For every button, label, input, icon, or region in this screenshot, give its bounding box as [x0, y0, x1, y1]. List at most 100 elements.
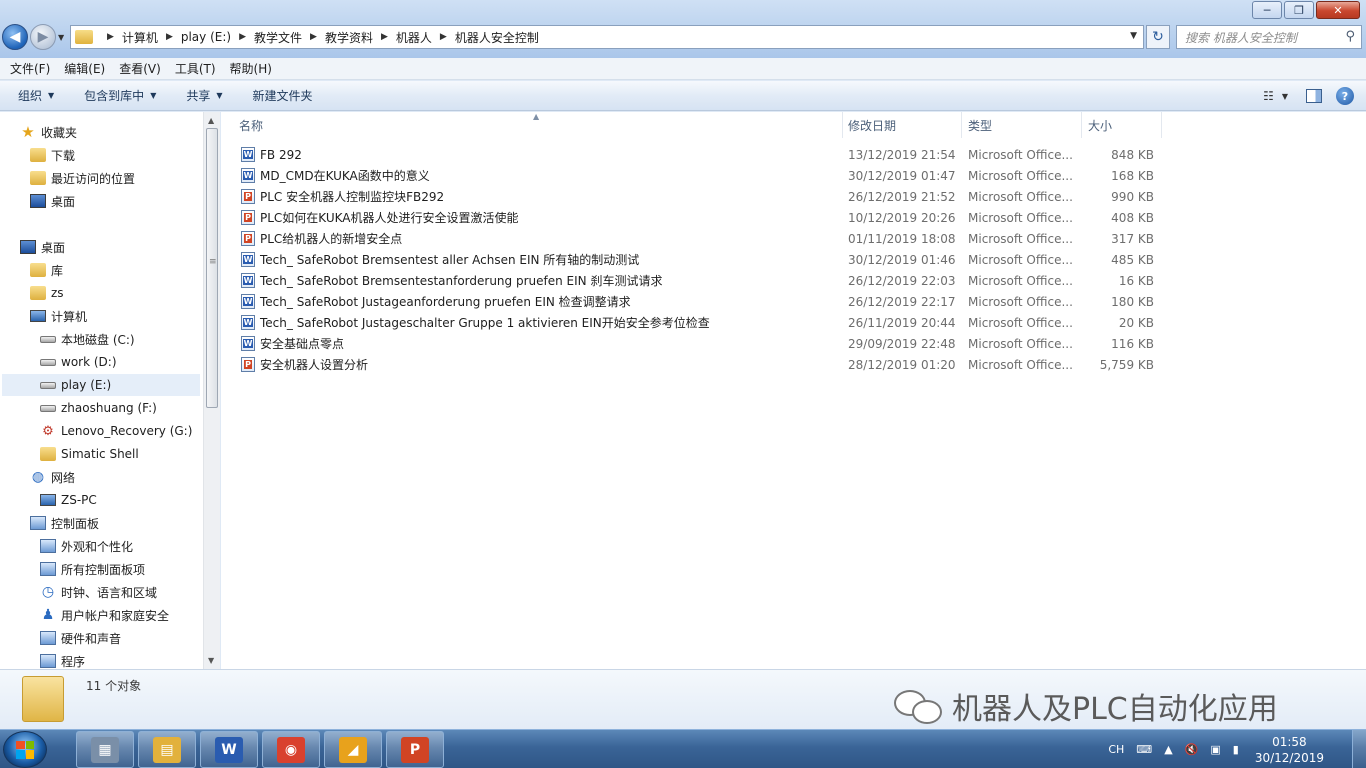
- sidebar-item[interactable]: ⚙ Lenovo_Recovery (G:): [40, 420, 192, 442]
- menu-tools[interactable]: 工具(T): [175, 60, 216, 77]
- column-header-size[interactable]: 大小: [1082, 112, 1162, 138]
- column-header-date[interactable]: 修改日期: [842, 112, 962, 138]
- breadcrumb-separator-icon[interactable]: ▶: [440, 32, 447, 42]
- sidebar-item[interactable]: 硬件和声音: [40, 627, 121, 649]
- taskbar-explorer-button[interactable]: ▤: [138, 731, 196, 768]
- sidebar-item[interactable]: 下载: [30, 144, 75, 166]
- sidebar-item[interactable]: play (E:): [2, 374, 200, 396]
- breadcrumb-segment[interactable]: ▶ 机器人安全控制: [432, 29, 539, 46]
- scroll-up-icon[interactable]: ▲: [208, 116, 214, 125]
- minimize-button[interactable]: ─: [1252, 1, 1282, 19]
- start-button[interactable]: [3, 731, 47, 768]
- menu-bar: 文件(F) 编辑(E) 查看(V) 工具(T) 帮助(H): [0, 58, 1366, 80]
- file-row[interactable]: W MD_CMD在KUKA函数中的意义 30/12/2019 01:47 Micros…: [221, 165, 1161, 186]
- sidebar-item[interactable]: 本地磁盘 (C:): [40, 328, 135, 350]
- help-icon[interactable]: ?: [1336, 87, 1354, 105]
- sidebar-item[interactable]: 桌面: [30, 190, 75, 212]
- language-indicator[interactable]: CH: [1108, 743, 1124, 756]
- file-row[interactable]: P PLC 安全机器人控制监控块FB292 26/12/2019 21:52 Micr…: [221, 186, 1161, 207]
- sidebar-item[interactable]: 所有控制面板项: [40, 558, 145, 580]
- keyboard-icon[interactable]: ⌨: [1136, 743, 1152, 756]
- sidebar-item[interactable]: ★ 收藏夹: [20, 121, 77, 143]
- file-type: Microsoft Office...: [968, 189, 1073, 204]
- breadcrumb-separator-icon[interactable]: ▶: [107, 32, 114, 42]
- show-desktop-button[interactable]: [1352, 730, 1366, 768]
- folder-icon: [75, 30, 93, 44]
- share-button[interactable]: 共享 ▼: [186, 87, 222, 104]
- sidebar-item[interactable]: 计算机: [30, 305, 87, 327]
- sidebar-item[interactable]: ◷ 时钟、语言和区域: [40, 581, 157, 603]
- organize-button[interactable]: 组织 ▼: [18, 87, 54, 104]
- file-row[interactable]: W FB 292 13/12/2019 21:54 Microsoft Office.…: [221, 144, 1161, 165]
- menu-file[interactable]: 文件(F): [10, 60, 50, 77]
- power-icon[interactable]: ▮: [1233, 743, 1239, 756]
- sidebar-item[interactable]: 最近访问的位置: [30, 167, 135, 189]
- search-icon[interactable]: ⚲: [1345, 29, 1355, 44]
- menu-help[interactable]: 帮助(H): [230, 60, 272, 77]
- include-in-library-button[interactable]: 包含到库中 ▼: [84, 87, 156, 104]
- breadcrumb-segment[interactable]: ▶ 教学资料: [302, 29, 373, 46]
- sidebar-item[interactable]: ZS-PC: [40, 489, 97, 511]
- view-dropdown-icon[interactable]: ▼: [1282, 92, 1288, 101]
- address-dropdown[interactable]: ▼: [1130, 31, 1137, 41]
- clock[interactable]: 01:58 30/12/2019: [1255, 734, 1324, 766]
- scrollbar-thumb[interactable]: [206, 128, 218, 408]
- file-row[interactable]: W 安全基础点零点 29/09/2019 22:48 Microsoft Office…: [221, 333, 1161, 354]
- breadcrumb-segment[interactable]: ▶ 教学文件: [231, 29, 302, 46]
- menu-view[interactable]: 查看(V): [119, 60, 161, 77]
- breadcrumb-segment[interactable]: ▶ 计算机: [99, 29, 158, 46]
- breadcrumb-separator-icon[interactable]: ▶: [381, 32, 388, 42]
- search-input[interactable]: 搜索 机器人安全控制 ⚲: [1176, 25, 1362, 49]
- recent-pages-dropdown[interactable]: ▼: [58, 33, 64, 42]
- sidebar-item[interactable]: 程序: [40, 650, 85, 669]
- forward-button[interactable]: ▶: [30, 24, 56, 50]
- file-type: Microsoft Office...: [968, 168, 1073, 183]
- breadcrumb-separator-icon[interactable]: ▶: [166, 32, 173, 42]
- file-row[interactable]: W Tech_ SafeRobot Bremsentest aller Achse…: [221, 249, 1161, 270]
- file-row[interactable]: W Tech_ SafeRobot Justageschalter Gruppe …: [221, 312, 1161, 333]
- address-bar[interactable]: ▶ 计算机 ▶ play (E:) ▶ 教学文件 ▶ 教学资料 ▶ 机器人 ▶ 机器人安全控制 ▼: [70, 25, 1144, 49]
- file-row[interactable]: W Tech_ SafeRobot Justageanforderung prue…: [221, 291, 1161, 312]
- control-panel-icon: [40, 562, 56, 576]
- new-folder-button[interactable]: 新建文件夹: [253, 87, 313, 104]
- sidebar-item[interactable]: ♟ 用户帐户和家庭安全: [40, 604, 169, 626]
- volume-muted-icon[interactable]: 🔇: [1185, 743, 1199, 756]
- show-hidden-icons-icon[interactable]: ▲: [1164, 743, 1172, 756]
- scroll-down-icon[interactable]: ▼: [208, 656, 214, 665]
- sidebar-item[interactable]: zhaoshuang (F:): [40, 397, 157, 419]
- back-button[interactable]: ◀: [2, 24, 28, 50]
- view-options-icon[interactable]: ☷: [1263, 89, 1274, 103]
- navigation-scrollbar[interactable]: ▲ ≡ ▼: [203, 112, 220, 669]
- column-header-type[interactable]: 类型: [962, 112, 1082, 138]
- file-size: 180 KB: [1111, 294, 1154, 309]
- breadcrumb-segment[interactable]: ▶ 机器人: [373, 29, 432, 46]
- refresh-button[interactable]: ↻: [1146, 25, 1170, 49]
- network-disconnected-icon[interactable]: ▣: [1210, 743, 1220, 756]
- sidebar-item[interactable]: Simatic Shell: [40, 443, 139, 465]
- taskbar-chrome-button[interactable]: ◉: [262, 731, 320, 768]
- sidebar-item[interactable]: work (D:): [40, 351, 117, 373]
- sidebar-item[interactable]: 库: [30, 259, 63, 281]
- sidebar-item[interactable]: 桌面: [20, 236, 65, 258]
- breadcrumb-separator-icon[interactable]: ▶: [239, 32, 246, 42]
- file-date: 26/12/2019 21:52: [848, 189, 956, 204]
- taskbar-app-button[interactable]: ◢: [324, 731, 382, 768]
- preview-pane-icon[interactable]: [1306, 89, 1322, 103]
- file-row[interactable]: W Tech_ SafeRobot Bremsentestanforderung …: [221, 270, 1161, 291]
- file-row[interactable]: P PLC如何在KUKA机器人处进行安全设置激活使能 10/12/2019 20:2…: [221, 207, 1161, 228]
- taskbar-word-button[interactable]: W: [200, 731, 258, 768]
- file-row[interactable]: P PLC给机器人的新增安全点 01/11/2019 18:08 Microsoft …: [221, 228, 1161, 249]
- taskbar-calculator-button[interactable]: ▦: [76, 731, 134, 768]
- maximize-button[interactable]: ❐: [1284, 1, 1314, 19]
- breadcrumb-separator-icon[interactable]: ▶: [310, 32, 317, 42]
- taskbar-powerpoint-button[interactable]: P: [386, 731, 444, 768]
- sidebar-item[interactable]: ◍ 网络: [30, 466, 75, 488]
- breadcrumb-segment[interactable]: ▶ play (E:): [158, 30, 231, 44]
- column-header-name[interactable]: 名称: [233, 112, 843, 138]
- file-row[interactable]: P 安全机器人设置分析 28/12/2019 01:20 Microsoft Offi…: [221, 354, 1161, 375]
- close-button[interactable]: ✕: [1316, 1, 1360, 19]
- sidebar-item[interactable]: 控制面板: [30, 512, 99, 534]
- sidebar-item[interactable]: 外观和个性化: [40, 535, 133, 557]
- sidebar-item[interactable]: zs: [30, 282, 64, 304]
- menu-edit[interactable]: 编辑(E): [64, 60, 105, 77]
